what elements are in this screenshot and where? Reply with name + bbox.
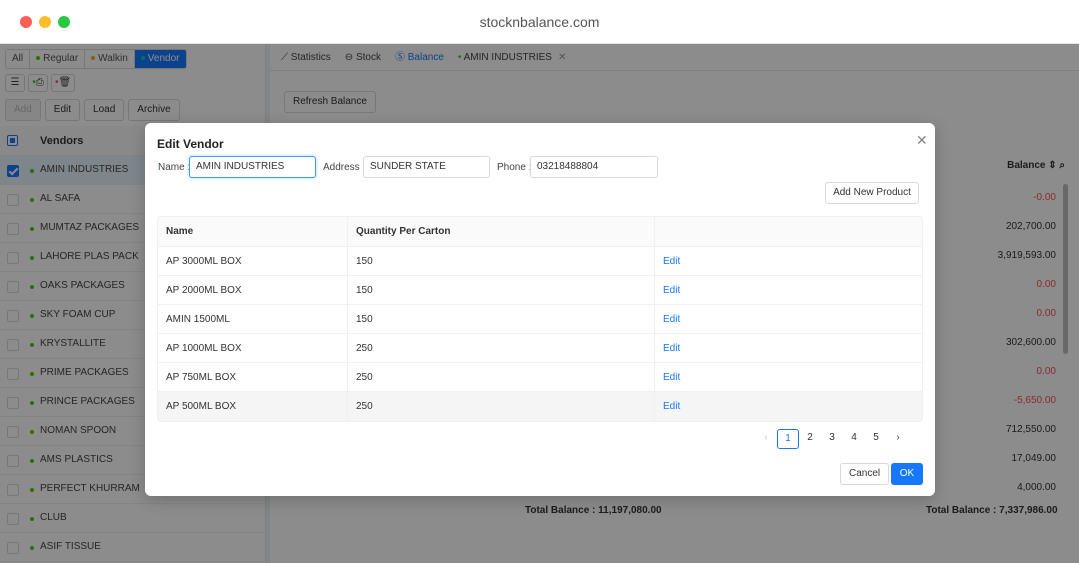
edit-product-link[interactable]: Edit — [663, 285, 680, 296]
product-name: AMIN 1500ML — [158, 305, 348, 333]
edit-vendor-modal: Edit Vendor ✕ Name : AMIN INDUSTRIES Add… — [145, 123, 935, 496]
page-1[interactable]: 1 — [777, 429, 799, 449]
page-4[interactable]: 4 — [843, 429, 865, 449]
product-qty: 150 — [348, 276, 655, 304]
address-field[interactable]: SUNDER STATE — [363, 156, 490, 178]
col-qty-header: Quantity Per Carton — [348, 217, 655, 246]
name-field[interactable]: AMIN INDUSTRIES — [189, 156, 316, 178]
address-label: Address : — [323, 162, 366, 173]
page-2[interactable]: 2 — [799, 429, 821, 449]
edit-product-link[interactable]: Edit — [663, 256, 680, 267]
browser-titlebar: stocknbalance.com — [0, 0, 1079, 44]
table-row: AP 3000ML BOX 150 Edit — [158, 247, 922, 276]
next-page-icon[interactable]: › — [887, 429, 909, 449]
edit-product-link[interactable]: Edit — [663, 401, 680, 412]
table-row: AP 500ML BOX 250 Edit — [158, 392, 922, 421]
col-action-header — [655, 217, 922, 246]
edit-product-link[interactable]: Edit — [663, 343, 680, 354]
edit-product-link[interactable]: Edit — [663, 314, 680, 325]
product-qty: 250 — [348, 334, 655, 362]
product-qty: 250 — [348, 392, 655, 421]
product-name: AP 2000ML BOX — [158, 276, 348, 304]
product-qty: 250 — [348, 363, 655, 391]
table-header-row: Name Quantity Per Carton — [158, 217, 922, 247]
product-name: AP 750ML BOX — [158, 363, 348, 391]
modal-title: Edit Vendor — [157, 137, 224, 151]
cancel-button[interactable]: Cancel — [840, 463, 890, 485]
col-name-header: Name — [158, 217, 348, 246]
table-row: AP 750ML BOX 250 Edit — [158, 363, 922, 392]
table-row: AMIN 1500ML 150 Edit — [158, 305, 922, 334]
table-row: AP 1000ML BOX 250 Edit — [158, 334, 922, 363]
products-table: Name Quantity Per Carton AP 3000ML BOX 15… — [157, 216, 923, 422]
product-qty: 150 — [348, 247, 655, 275]
ok-button[interactable]: OK — [891, 463, 923, 485]
product-name: AP 500ML BOX — [158, 392, 348, 421]
page-5[interactable]: 5 — [865, 429, 887, 449]
url-text: stocknbalance.com — [479, 14, 600, 30]
phone-field[interactable]: 03218488804 — [530, 156, 658, 178]
add-new-product-button[interactable]: Add New Product — [825, 182, 919, 204]
product-name: AP 1000ML BOX — [158, 334, 348, 362]
table-row: AP 2000ML BOX 150 Edit — [158, 276, 922, 305]
edit-product-link[interactable]: Edit — [663, 372, 680, 383]
page-3[interactable]: 3 — [821, 429, 843, 449]
phone-label: Phone : — [497, 162, 532, 173]
app-window: stocknbalance.com All Regular Walkin Ven… — [0, 0, 1079, 563]
prev-page-icon[interactable]: ‹ — [755, 429, 777, 449]
product-qty: 150 — [348, 305, 655, 333]
name-label: Name : — [158, 162, 191, 173]
close-icon[interactable]: ✕ — [916, 132, 928, 149]
table-body: AP 3000ML BOX 150 Edit AP 2000ML BOX 150 Edit… — [158, 247, 922, 421]
product-name: AP 3000ML BOX — [158, 247, 348, 275]
pagination: ‹ 1 2 3 4 5 › — [755, 429, 909, 449]
